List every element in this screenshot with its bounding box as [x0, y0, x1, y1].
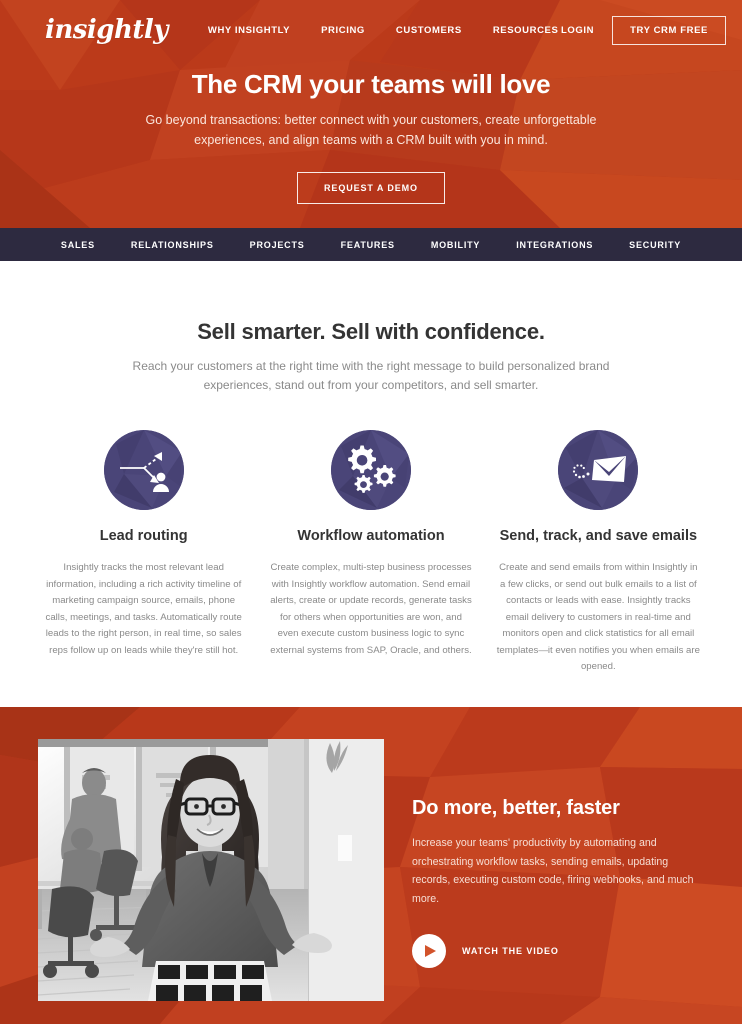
promo-title: Do more, better, faster [412, 797, 620, 819]
subnav-item-relationships[interactable]: RELATIONSHIPS [131, 240, 214, 250]
request-a-demo-button[interactable]: REQUEST A DEMO [297, 171, 445, 204]
landing-page: insightly WHY INSIGHTLY PRICING CUSTOMER… [0, 0, 742, 1024]
feature-card-title: Workflow automation [297, 528, 445, 545]
subnav-item-mobility[interactable]: MOBILITY [431, 240, 480, 250]
feature-card-send-track-save-emails: Send, track, and save emails Create and … [485, 430, 712, 676]
nav-item-pricing[interactable]: PRICING [321, 25, 365, 36]
nav-item-why-insightly[interactable]: WHY INSIGHTLY [208, 25, 290, 36]
office-woman-photo [38, 739, 384, 1001]
watch-the-video-button[interactable]: WATCH THE VIDEO [412, 934, 559, 969]
subnav-item-features[interactable]: FEATURES [341, 240, 395, 250]
login-link[interactable]: LOGIN [561, 25, 594, 36]
watch-the-video-label: WATCH THE VIDEO [462, 946, 559, 957]
subnav-item-sales[interactable]: SALES [61, 240, 95, 250]
hero-content: The CRM your teams will love Go beyond t… [0, 60, 742, 204]
promo-photo [38, 739, 384, 1001]
subnav-item-projects[interactable]: PROJECTS [250, 240, 305, 250]
feature-card-list: Lead routing Insightly tracks the most r… [0, 430, 742, 676]
primary-nav: WHY INSIGHTLY PRICING CUSTOMERS RESOURCE… [208, 25, 559, 36]
header-actions: LOGIN TRY CRM FREE [561, 15, 726, 45]
lead-routing-icon [103, 430, 184, 511]
nav-item-customers[interactable]: CUSTOMERS [396, 25, 462, 36]
features-title: Sell smarter. Sell with confidence. [197, 319, 545, 344]
promo-section: Do more, better, faster Increase your te… [0, 707, 742, 1024]
feature-card-text: Create and send emails from within Insig… [496, 562, 700, 673]
subnav-item-integrations[interactable]: INTEGRATIONS [516, 240, 593, 250]
features-section: Sell smarter. Sell with confidence. Reac… [0, 261, 742, 707]
top-navigation-bar: insightly WHY INSIGHTLY PRICING CUSTOMER… [0, 0, 742, 60]
promo-text: Increase your teams' productivity by aut… [412, 837, 694, 905]
hero-subtitle: Go beyond transactions: better connect w… [145, 113, 597, 147]
feature-card-title: Send, track, and save emails [499, 528, 698, 545]
gears-icon [330, 430, 411, 511]
try-crm-free-button[interactable]: TRY CRM FREE [612, 15, 726, 45]
feature-card-workflow-automation: Workflow automation Create complex, mult… [257, 430, 484, 676]
nav-item-resources[interactable]: RESOURCES [493, 25, 559, 36]
feature-card-text: Create complex, multi-step business proc… [270, 562, 472, 656]
hero-title: The CRM your teams will love [191, 69, 551, 99]
envelope-icon [558, 430, 639, 511]
promo-copy: Do more, better, faster Increase your te… [412, 739, 712, 1001]
secondary-nav: SALES RELATIONSHIPS PROJECTS FEATURES MO… [0, 228, 742, 261]
feature-card-lead-routing: Lead routing Insightly tracks the most r… [30, 430, 257, 676]
subnav-item-security[interactable]: SECURITY [629, 240, 681, 250]
feature-card-title: Lead routing [99, 528, 188, 545]
features-subtitle: Reach your customers at the right time w… [132, 359, 610, 393]
play-icon[interactable] [412, 934, 446, 969]
insightly-logo[interactable]: insightly [45, 17, 168, 43]
hero-section: insightly WHY INSIGHTLY PRICING CUSTOMER… [0, 0, 742, 228]
feature-card-text: Insightly tracks the most relevant lead … [45, 562, 242, 656]
